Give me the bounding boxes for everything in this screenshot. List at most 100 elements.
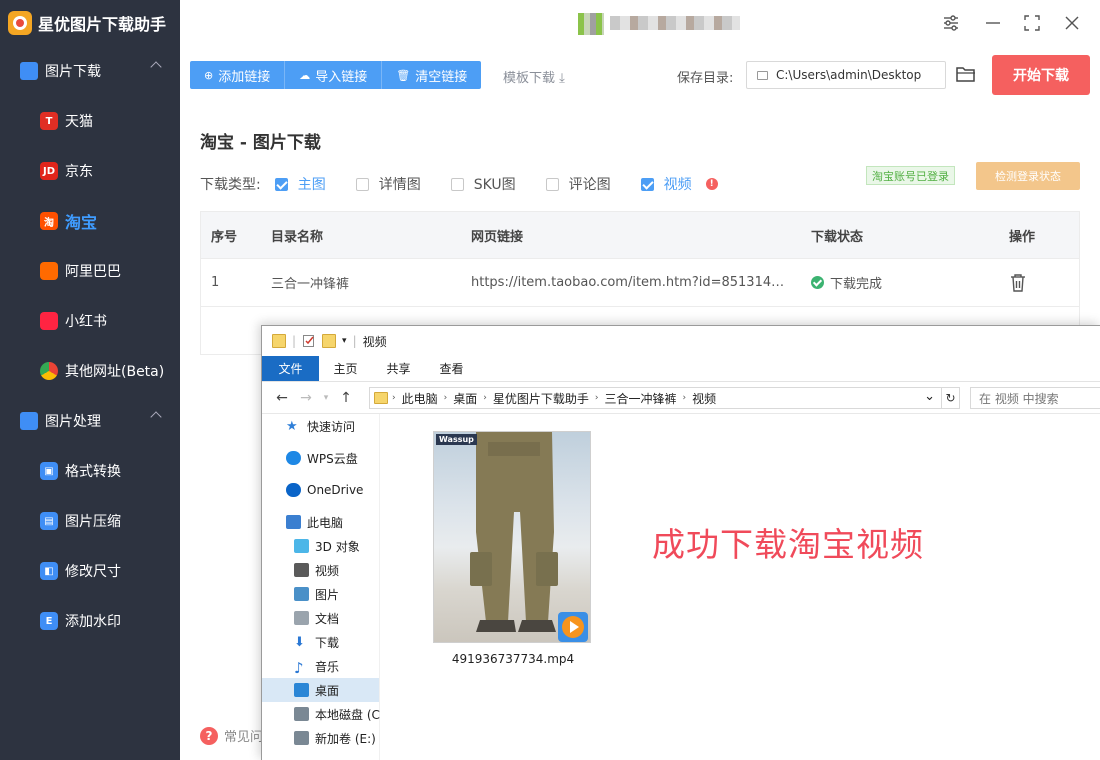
- sidebar-item-0-3[interactable]: 阿里巴巴: [0, 246, 180, 296]
- breadcrumb-item[interactable]: 星优图片下载助手: [487, 390, 595, 407]
- maximize-icon[interactable]: [1021, 12, 1043, 34]
- sidebar-group-0[interactable]: 图片下载: [0, 46, 180, 96]
- tree-item[interactable]: 新加卷 (E:): [262, 726, 379, 750]
- check-login-button[interactable]: 检测登录状态: [976, 162, 1080, 190]
- chevron-up-icon: [150, 61, 162, 73]
- info-icon[interactable]: !: [705, 178, 718, 190]
- type-label: 评论图: [568, 177, 611, 193]
- sidebar-item-label: 阿里巴巴: [65, 264, 121, 280]
- add-link-button[interactable]: ⊕ 添加链接: [190, 61, 286, 89]
- properties-icon[interactable]: [302, 334, 316, 348]
- sidebar-item-1-1[interactable]: ▤ 图片压缩: [0, 496, 180, 546]
- sidebar-item-0-1[interactable]: JD 京东: [0, 146, 180, 196]
- tree-item[interactable]: 桌面: [262, 678, 379, 702]
- ribbon-tab-2[interactable]: 共享: [372, 356, 425, 381]
- sidebar-item-label: 添加水印: [65, 614, 121, 630]
- sidebar-item-label: 京东: [65, 164, 93, 180]
- page-title: 淘宝 - 图片下载: [200, 133, 321, 153]
- type-checkbox-3[interactable]: 评论图: [545, 174, 611, 194]
- breadcrumb-item[interactable]: 视频: [686, 390, 722, 407]
- address-dropdown-icon[interactable]: ⌄: [924, 389, 935, 404]
- tree-item[interactable]: OneDrive: [262, 478, 379, 502]
- sidebar-item-0-2[interactable]: 淘淘宝: [0, 196, 180, 246]
- breadcrumb-item[interactable]: 桌面: [447, 390, 483, 407]
- tree-item[interactable]: 此电脑: [262, 510, 379, 534]
- sidebar-item-0-0[interactable]: T 天猫: [0, 96, 180, 146]
- tree-item[interactable]: ⬇ 下载: [262, 630, 379, 654]
- faq-link[interactable]: ? 常见问: [200, 726, 263, 745]
- open-folder-icon[interactable]: [955, 64, 977, 84]
- file-name[interactable]: 491936737734.mp4: [433, 652, 593, 666]
- clear-link-button[interactable]: 🗑 清空链接: [382, 61, 481, 89]
- sidebar-item-0-5[interactable]: 其他网址(Beta): [0, 346, 180, 396]
- tree-item[interactable]: 视频: [262, 558, 379, 582]
- file-explorer-window: | ▾ | 视频 文件 主页 共享 查看 ← → ▾ ↑ › 此电脑 › 桌面 › 星优图片下载…: [261, 325, 1100, 760]
- folder-outline-icon: [757, 70, 768, 80]
- breadcrumb-item[interactable]: 此电脑: [396, 390, 444, 407]
- header-url: 网页链接: [471, 229, 524, 245]
- ribbon-tab-0[interactable]: 文件: [262, 356, 319, 381]
- sidebar-item-1-2[interactable]: ◧ 修改尺寸: [0, 546, 180, 596]
- group-icon: [20, 62, 38, 80]
- sidebar-item-0-4[interactable]: 小红书: [0, 296, 180, 346]
- search-input[interactable]: 在 视频 中搜索: [970, 387, 1100, 409]
- tree-item-label: 桌面: [315, 683, 340, 698]
- delete-trash-icon[interactable]: [1009, 273, 1027, 293]
- tree-item-label: 3D 对象: [315, 539, 360, 554]
- sidebar-group-label: 图片处理: [45, 414, 101, 430]
- tree-item[interactable]: WPS云盘: [262, 446, 379, 470]
- row-index: 1: [211, 275, 220, 290]
- ribbon-tab-1[interactable]: 主页: [319, 356, 372, 381]
- user-avatar[interactable]: [578, 13, 604, 35]
- table-row[interactable]: 1 三合一冲锋裤 https://item.taobao.com/item.ht…: [201, 259, 1079, 307]
- breadcrumb-item[interactable]: 三合一冲锋裤: [598, 390, 682, 407]
- sidebar-item-1-0[interactable]: ▣ 格式转换: [0, 446, 180, 496]
- type-checkbox-2[interactable]: SKU图: [450, 174, 516, 194]
- plus-circle-icon: ⊕: [204, 68, 214, 82]
- address-bar[interactable]: › 此电脑 › 桌面 › 星优图片下载助手 › 三合一冲锋裤 › 视频 ⌄: [369, 387, 942, 409]
- sidebar-group-1[interactable]: 图片处理: [0, 396, 180, 446]
- save-dir-input[interactable]: C:\Users\admin\Desktop: [746, 61, 946, 89]
- minimize-icon[interactable]: [982, 12, 1004, 34]
- up-arrow-icon[interactable]: ↑: [336, 390, 356, 406]
- sidebar-item-label: 其他网址(Beta): [65, 364, 165, 380]
- sidebar-item-label: 格式转换: [65, 464, 121, 480]
- refresh-icon[interactable]: ↻: [942, 387, 960, 409]
- save-dir-value: C:\Users\admin\Desktop: [776, 68, 922, 82]
- document-icon: [294, 611, 309, 625]
- import-link-button[interactable]: ☁ 导入链接: [285, 61, 383, 89]
- start-download-button[interactable]: 开始下载: [992, 55, 1090, 95]
- video-thumbnail[interactable]: Wassup: [433, 431, 591, 643]
- tree-item[interactable]: 图片: [262, 582, 379, 606]
- settings-sliders-icon[interactable]: [940, 12, 962, 34]
- tree-item[interactable]: 文档: [262, 606, 379, 630]
- close-icon[interactable]: [1061, 12, 1083, 34]
- sidebar-item-1-3[interactable]: E 添加水印: [0, 596, 180, 646]
- recent-dropdown-icon[interactable]: ▾: [316, 393, 336, 403]
- template-download-link[interactable]: 模板下载 ⤓: [503, 67, 565, 86]
- tree-item[interactable]: 本地磁盘 (C: [262, 702, 380, 726]
- save-dir-label: 保存目录:: [677, 71, 734, 86]
- row-url: https://item.taobao.com/item.htm?id=8513…: [471, 275, 791, 290]
- question-icon: ?: [200, 726, 218, 745]
- sidebar-nav: 图片下载 T 天猫 JD 京东淘淘宝阿里巴巴小红书其他网址(Beta) 图片处理 ▣ 格式转换…: [0, 46, 180, 646]
- download-icon: ⬇: [294, 635, 305, 650]
- tree-item-label: 视频: [315, 563, 340, 578]
- new-folder-icon[interactable]: [322, 334, 337, 348]
- type-checkbox-0[interactable]: 主图: [274, 174, 326, 194]
- checkbox-icon: [450, 177, 464, 191]
- cube-icon: [294, 539, 309, 553]
- user-name-blurred: [610, 16, 740, 30]
- tree-item[interactable]: ♪ 音乐: [262, 654, 379, 678]
- tree-item[interactable]: 3D 对象: [262, 534, 379, 558]
- ribbon-tab-3[interactable]: 查看: [425, 356, 478, 381]
- tree-item[interactable]: ★ 快速访问: [262, 414, 379, 438]
- quick-access-dropdown-icon[interactable]: ▾: [342, 336, 347, 346]
- back-arrow-icon[interactable]: ←: [272, 390, 292, 406]
- type-label: 视频: [663, 177, 692, 193]
- type-checkbox-4[interactable]: 视频: [640, 174, 692, 194]
- sidebar-item-label: 淘宝: [65, 213, 98, 232]
- login-status-badge: 淘宝账号已登录: [866, 166, 955, 185]
- type-checkbox-1[interactable]: 详情图: [355, 174, 421, 194]
- forward-arrow-icon[interactable]: →: [296, 390, 316, 406]
